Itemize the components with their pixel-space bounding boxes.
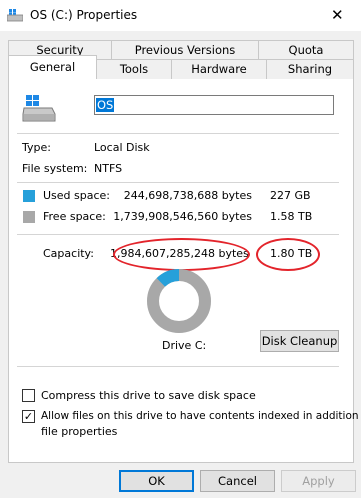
tab-tools[interactable]: Tools <box>96 59 172 79</box>
file-system-label: File system: <box>22 162 88 175</box>
divider <box>17 133 339 134</box>
capacity-bytes: 1,984,607,285,248 bytes <box>110 247 249 260</box>
drive-icon <box>7 9 23 22</box>
tab-previous-versions[interactable]: Previous Versions <box>111 40 259 60</box>
used-space-swatch <box>23 190 35 202</box>
drive-caption: Drive C: <box>162 339 207 352</box>
usage-donut-chart <box>147 269 211 333</box>
used-space-size: 227 GB <box>270 189 311 202</box>
close-icon[interactable]: ✕ <box>331 6 344 24</box>
index-label-line2[interactable]: file properties <box>41 425 117 438</box>
capacity-label: Capacity: <box>43 247 94 260</box>
divider <box>17 234 339 235</box>
disk-cleanup-button[interactable]: Disk Cleanup <box>260 330 339 352</box>
ok-button[interactable]: OK <box>119 470 194 492</box>
type-value: Local Disk <box>94 141 150 154</box>
free-space-swatch <box>23 211 35 223</box>
apply-button[interactable]: Apply <box>281 470 356 492</box>
cancel-button[interactable]: Cancel <box>200 470 275 492</box>
tab-general[interactable]: General <box>8 55 97 78</box>
drive-name-input[interactable]: OS <box>94 95 334 115</box>
index-label-line1[interactable]: Allow files on this drive to have conten… <box>41 410 361 422</box>
tab-hardware[interactable]: Hardware <box>171 59 267 79</box>
used-space-bytes: 244,698,738,688 bytes <box>123 189 252 202</box>
capacity-size: 1.80 TB <box>270 247 313 260</box>
file-system-value: NTFS <box>94 162 123 175</box>
free-space-bytes: 1,739,908,546,560 bytes <box>113 210 252 223</box>
checkmark-icon: ✓ <box>23 410 34 423</box>
free-space-ring <box>147 269 211 333</box>
divider <box>17 366 339 367</box>
tab-sharing[interactable]: Sharing <box>266 59 354 79</box>
compress-checkbox[interactable] <box>22 389 35 402</box>
window-title: OS (C:) Properties <box>30 8 138 22</box>
compress-label[interactable]: Compress this drive to save disk space <box>41 389 256 402</box>
disk-cleanup-label: Disk Cleanup <box>261 334 338 348</box>
used-space-label: Used space: <box>43 189 111 202</box>
free-space-label: Free space: <box>43 210 106 223</box>
drive-large-icon <box>22 95 56 122</box>
free-space-size: 1.58 TB <box>270 210 313 223</box>
index-checkbox[interactable]: ✓ <box>22 410 35 423</box>
drive-name-value: OS <box>96 98 115 112</box>
divider <box>17 182 339 183</box>
tab-quota[interactable]: Quota <box>258 40 354 60</box>
type-label: Type: <box>22 141 51 154</box>
